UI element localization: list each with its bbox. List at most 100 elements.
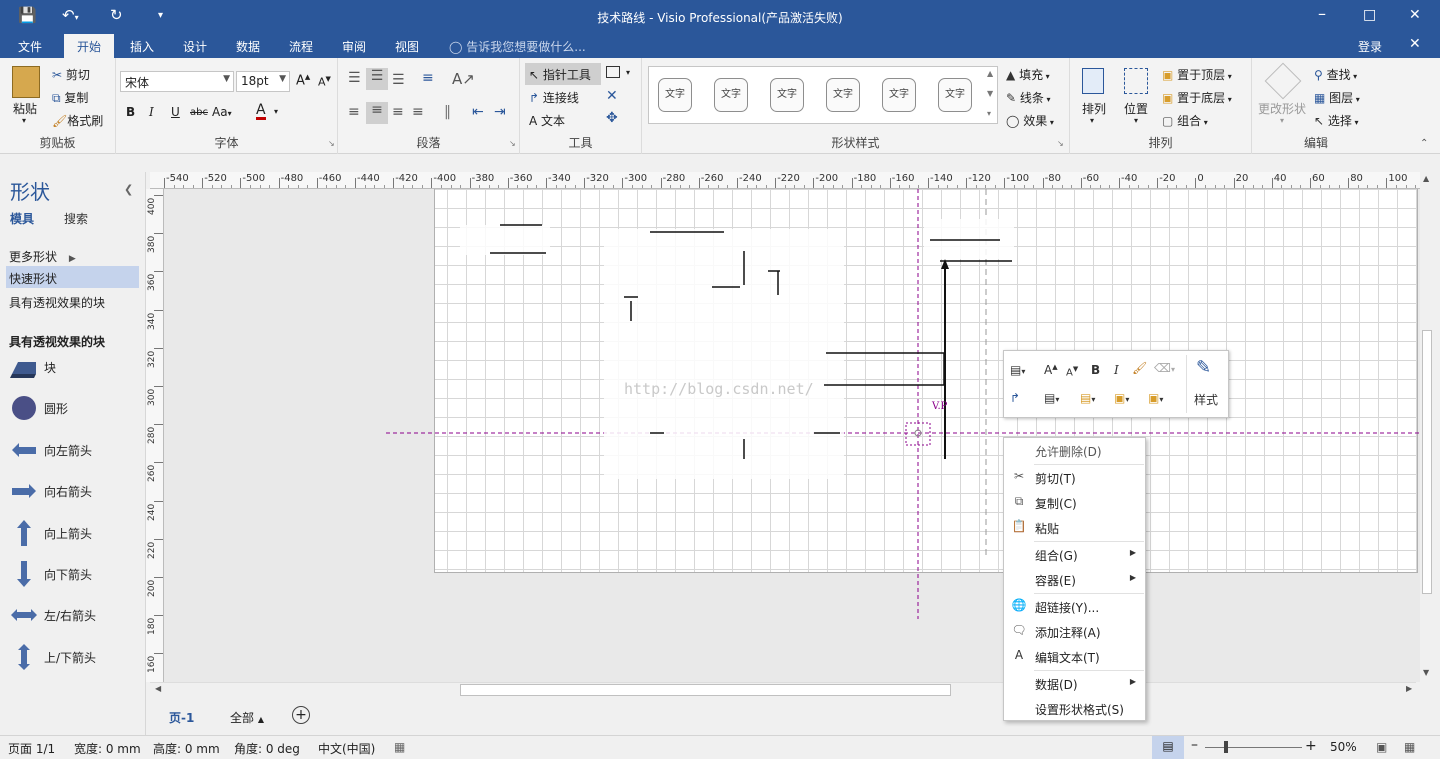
menu-item-format-shape[interactable]: 设置形状格式(S)	[1004, 698, 1145, 720]
copy-button[interactable]: ⧉ 复制	[52, 89, 88, 106]
tell-me-box[interactable]: ◯ 告诉我您想要做什么...	[449, 38, 586, 55]
fill-button[interactable]: ▲ 填充 ▾	[1006, 66, 1050, 83]
style-swatch[interactable]: 文字	[770, 78, 804, 112]
status-page[interactable]: 页面 1/1	[8, 740, 55, 757]
menu-item-copy[interactable]: ⧉ 复制(C)	[1004, 492, 1145, 514]
position-icon[interactable]: ▤▾	[1080, 391, 1095, 405]
change-shape-icon[interactable]	[1264, 62, 1302, 100]
shape-block[interactable]: 块	[10, 354, 140, 380]
arrange-button[interactable]: 排列	[1082, 100, 1106, 117]
stencil-item[interactable]: 具有透视效果的块	[9, 294, 105, 311]
macro-record-icon[interactable]: ▦	[394, 740, 405, 754]
zoom-in-icon[interactable]: +	[1305, 738, 1317, 754]
justify-icon[interactable]: ≡	[412, 104, 424, 120]
find-button[interactable]: ⚲ 查找 ▾	[1314, 66, 1357, 83]
horizontal-scrollbar[interactable]: ◀ ▶	[150, 682, 1416, 697]
menu-item-data[interactable]: 数据(D) ▶	[1004, 673, 1145, 695]
gallery-more-icon[interactable]: ▾	[987, 109, 991, 118]
position-dropdown-icon[interactable]: ▾	[1134, 116, 1138, 125]
shape-left-arrow[interactable]: 向左箭头	[10, 437, 140, 463]
bullets-icon[interactable]: ≡	[422, 70, 434, 86]
connection-point-icon[interactable]: ✥	[606, 110, 618, 126]
select-button[interactable]: ↖ 选择 ▾	[1314, 112, 1358, 129]
line-button[interactable]: ✎ 线条 ▾	[1006, 89, 1050, 106]
text-tool-button[interactable]: A 文本	[529, 112, 565, 129]
collapse-ribbon-icon[interactable]: ⌃	[1420, 138, 1428, 149]
style-icon[interactable]: ✎	[1196, 357, 1211, 378]
style-button[interactable]: 样式	[1194, 391, 1218, 408]
italic-icon[interactable]: I	[149, 105, 154, 119]
login-button[interactable]: 登录	[1358, 38, 1382, 55]
shrink-font-icon[interactable]: A▼	[318, 75, 331, 89]
tab-insert[interactable]: 插入	[130, 38, 154, 55]
font-name-combo[interactable]: 宋体 ▼	[120, 71, 234, 92]
bold-icon[interactable]: B	[126, 105, 135, 119]
menu-item-add-comment[interactable]: 🗨 添加注释(A)	[1004, 621, 1145, 643]
delete-connector-icon[interactable]: ✕	[606, 88, 618, 104]
change-shape-button[interactable]: 更改形状	[1258, 100, 1306, 117]
menu-item-group[interactable]: 组合(G) ▶	[1004, 544, 1145, 566]
style-swatch[interactable]: 文字	[658, 78, 692, 112]
shape-dropdown-icon[interactable]: ▾	[626, 68, 630, 77]
style-swatch[interactable]: 文字	[882, 78, 916, 112]
zoom-slider-thumb[interactable]	[1224, 741, 1228, 753]
menu-item-allow-delete[interactable]: 允许删除(D)	[1004, 440, 1145, 462]
align-center-icon[interactable]: ≡	[366, 102, 388, 124]
text-block-icon[interactable]: ▤▾	[1010, 363, 1025, 377]
tab-home[interactable]: 开始	[64, 34, 115, 58]
zoom-level[interactable]: 50%	[1330, 740, 1357, 754]
layers-button[interactable]: ▦ 图层 ▾	[1314, 89, 1360, 106]
vertical-scroll-thumb[interactable]	[1422, 330, 1432, 594]
menu-item-container[interactable]: 容器(E) ▶	[1004, 569, 1145, 591]
decrease-indent-icon[interactable]: ⇤	[472, 104, 484, 120]
send-to-back-button[interactable]: ▣ 置于底层 ▾	[1162, 89, 1232, 106]
underline-icon[interactable]: U	[171, 105, 180, 119]
position-icon[interactable]	[1124, 68, 1148, 94]
distribute-icon[interactable]: ‖	[444, 104, 451, 120]
status-language[interactable]: 中文(中国)	[318, 740, 375, 757]
shape-down-arrow[interactable]: 向下箭头	[10, 561, 140, 587]
presentation-mode-icon[interactable]: ▤	[1152, 736, 1184, 759]
grow-font-icon[interactable]: A▲	[296, 73, 310, 88]
font-size-combo[interactable]: 18pt ▼	[236, 71, 290, 92]
arrange-icon[interactable]	[1082, 68, 1104, 94]
zoom-out-icon[interactable]: –	[1191, 737, 1198, 753]
tab-file[interactable]: 文件	[18, 38, 42, 55]
shrink-font-icon[interactable]: A▼	[1066, 365, 1078, 378]
tab-review[interactable]: 审阅	[342, 38, 366, 55]
format-painter-icon[interactable]: 🖌	[1132, 361, 1147, 375]
align-middle-icon[interactable]: ☰	[366, 68, 388, 90]
close-icon[interactable]: ✕	[1409, 7, 1421, 23]
minimize-icon[interactable]: –	[1318, 4, 1326, 23]
change-case-icon[interactable]: Aa▾	[212, 105, 232, 119]
shape-circle[interactable]: 圆形	[10, 395, 140, 421]
connector-button[interactable]: ↱ 连接线	[529, 89, 579, 106]
style-swatch[interactable]: 文字	[714, 78, 748, 112]
more-shapes-item[interactable]: 更多形状 ▶	[9, 248, 76, 265]
menu-item-edit-text[interactable]: A 编辑文本(T)	[1004, 646, 1145, 668]
scroll-left-icon[interactable]: ◀	[155, 684, 161, 693]
align-icon[interactable]: ▤▾	[1044, 391, 1059, 405]
add-page-icon[interactable]: +	[292, 706, 310, 724]
align-bottom-icon[interactable]: ☰	[392, 72, 405, 88]
shape-up-down-arrow[interactable]: 上/下箭头	[10, 644, 140, 670]
strikethrough-icon[interactable]: abc	[190, 107, 208, 118]
bring-front-icon[interactable]: ▣▾	[1114, 391, 1129, 405]
font-color-dropdown-icon[interactable]: ▾	[274, 107, 278, 116]
menu-item-hyperlink[interactable]: 🌐 超链接(Y)...	[1004, 596, 1145, 618]
close-ribbon-icon[interactable]: ✕	[1409, 36, 1421, 52]
scroll-right-icon[interactable]: ▶	[1406, 684, 1412, 693]
maximize-icon[interactable]: □	[1363, 7, 1376, 23]
menu-item-paste[interactable]: 📋 粘贴	[1004, 517, 1145, 539]
paste-button[interactable]: 粘贴	[13, 100, 37, 117]
bold-icon[interactable]: B	[1091, 363, 1100, 377]
send-back-icon[interactable]: ▣▾	[1148, 391, 1163, 405]
tab-design[interactable]: 设计	[183, 38, 207, 55]
bring-to-front-button[interactable]: ▣ 置于顶层 ▾	[1162, 66, 1232, 83]
gallery-up-icon[interactable]: ▲	[987, 69, 993, 78]
effect-button[interactable]: ◯ 效果 ▾	[1006, 112, 1054, 129]
tab-view[interactable]: 视图	[395, 38, 419, 55]
text-direction-icon[interactable]: A↗	[452, 70, 475, 88]
zoom-slider-track[interactable]	[1205, 747, 1302, 748]
tab-stencils[interactable]: 模具	[10, 210, 34, 227]
